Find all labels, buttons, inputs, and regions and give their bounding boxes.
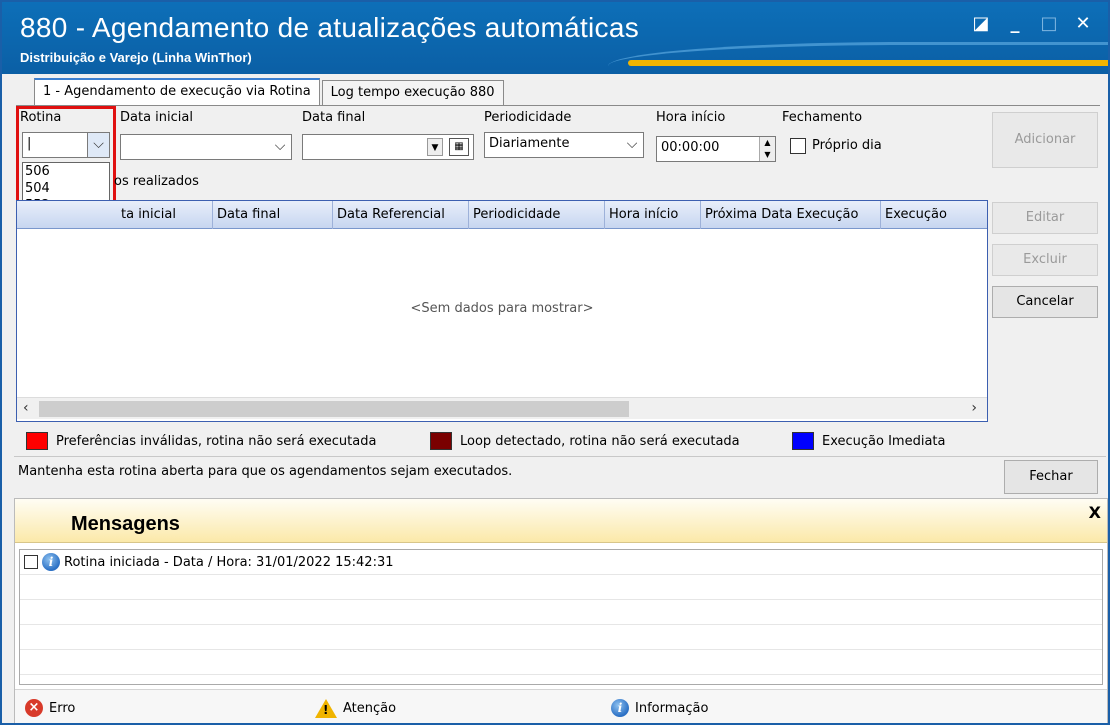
message-row-empty	[20, 600, 1102, 625]
column-hora-inicio[interactable]: Hora início	[605, 201, 701, 229]
restore-icon[interactable]: ◪	[964, 10, 998, 38]
message-row-empty	[20, 625, 1102, 650]
filter-atencao[interactable]: Atenção	[315, 699, 396, 718]
filter-informacao-label: Informação	[635, 700, 709, 716]
messages-header: Mensagens X	[15, 499, 1107, 543]
grid-empty-text: <Sem dados para mostrar>	[410, 301, 594, 316]
tab-log-tempo[interactable]: Log tempo execução 880	[321, 80, 504, 106]
column-data-final[interactable]: Data final	[213, 201, 333, 229]
legend-loop-detected: Loop detectado, rotina não será executad…	[430, 430, 740, 452]
dropdown-arrow-icon[interactable]: ▼	[427, 138, 443, 156]
filter-erro-label: Erro	[49, 700, 76, 716]
maximize-button[interactable]: □	[1032, 10, 1066, 38]
minimize-button[interactable]: _	[998, 10, 1032, 38]
tab-divider	[16, 105, 1100, 106]
legend-swatch-darkred	[430, 432, 452, 450]
hora-inicio-value: 00:00:00	[661, 140, 720, 155]
hora-inicio-input[interactable]: 00:00:00 ▲ ▼	[656, 136, 776, 162]
scroll-left-icon[interactable]: ‹	[23, 400, 29, 416]
legend-swatch-blue	[792, 432, 814, 450]
periodicidade-value: Diariamente	[489, 136, 570, 151]
legend-label: Loop detectado, rotina não será executad…	[460, 433, 740, 449]
column-execucao[interactable]: Execução	[881, 201, 987, 229]
column-proxima-data[interactable]: Próxima Data Execução	[701, 201, 881, 229]
tab-strip: 1 - Agendamento de execução via Rotina L…	[34, 78, 506, 106]
editar-button[interactable]: Editar	[992, 202, 1098, 234]
agendamentos-grid[interactable]: ta inicial Data final Data Referencial P…	[16, 200, 988, 422]
column-data-referencial[interactable]: Data Referencial	[333, 201, 469, 229]
legend-invalid-prefs: Preferências inválidas, rotina não será …	[26, 430, 376, 452]
messages-list[interactable]: i Rotina iniciada - Data / Hora: 31/01/2…	[19, 549, 1103, 685]
proprio-dia-label: Próprio dia	[812, 138, 882, 153]
legend-swatch-red	[26, 432, 48, 450]
message-row[interactable]: i Rotina iniciada - Data / Hora: 31/01/2…	[20, 550, 1102, 575]
filter-atencao-label: Atenção	[343, 701, 397, 716]
title-accent-bar	[628, 60, 1108, 66]
error-icon: ×	[25, 699, 43, 717]
chevron-down-icon[interactable]: ⌵	[621, 133, 643, 157]
messages-close-button[interactable]: X	[1089, 503, 1101, 522]
data-final-label: Data final	[302, 110, 366, 125]
calendar-icon[interactable]: ▦	[449, 138, 469, 156]
messages-footer: × Erro Atenção i Informação	[15, 689, 1107, 723]
close-button[interactable]: ✕	[1066, 10, 1100, 38]
data-final-combo[interactable]: ▼ ▦	[302, 134, 474, 160]
legend-immediate: Execução Imediata	[792, 430, 945, 452]
status-message: Mantenha esta rotina aberta para que os …	[18, 464, 513, 479]
proprio-dia-checkbox[interactable]	[790, 138, 806, 154]
scroll-thumb[interactable]	[39, 401, 629, 417]
fechamento-label: Fechamento	[782, 110, 863, 125]
messages-title: Mensagens	[71, 513, 180, 535]
message-text: Rotina iniciada - Data / Hora: 31/01/202…	[64, 555, 394, 570]
title-bar[interactable]: 880 - Agendamento de atualizações automá…	[2, 2, 1108, 74]
horizontal-scrollbar[interactable]: ‹ ›	[17, 397, 987, 419]
app-window: 880 - Agendamento de atualizações automá…	[0, 0, 1110, 725]
periodicidade-combo[interactable]: Diariamente ⌵	[484, 132, 644, 158]
info-icon: i	[42, 553, 60, 571]
message-row-empty	[20, 650, 1102, 675]
adicionar-button[interactable]: Adicionar	[992, 112, 1098, 168]
data-inicial-combo[interactable]: ⌵	[120, 134, 292, 160]
spinner-icon[interactable]: ▲ ▼	[759, 137, 775, 161]
messages-panel: Mensagens X i Rotina iniciada - Data / H…	[14, 498, 1108, 723]
warning-icon	[315, 699, 337, 718]
divider	[14, 456, 1106, 457]
message-checkbox[interactable]	[24, 555, 38, 569]
excluir-button[interactable]: Excluir	[992, 244, 1098, 276]
legend-label: Execução Imediata	[822, 433, 946, 449]
column-data-inicial[interactable]: ta inicial	[117, 201, 213, 229]
cancelar-button[interactable]: Cancelar	[992, 286, 1098, 318]
chevron-down-icon[interactable]: ⌵	[269, 135, 291, 159]
window-controls: ◪ _ □ ✕	[964, 10, 1100, 38]
scroll-right-icon[interactable]: ›	[971, 400, 977, 416]
filter-informacao[interactable]: i Informação	[611, 699, 708, 717]
grid-group-label: os realizados	[114, 174, 199, 189]
window-subtitle: Distribuição e Varejo (Linha WinThor)	[20, 50, 252, 65]
info-icon: i	[611, 699, 629, 717]
column-periodicidade[interactable]: Periodicidade	[469, 201, 605, 229]
data-inicial-label: Data inicial	[120, 110, 193, 125]
filter-erro[interactable]: × Erro	[25, 699, 75, 717]
tab-agendamento[interactable]: 1 - Agendamento de execução via Rotina	[34, 78, 320, 106]
hora-inicio-label: Hora início	[656, 110, 726, 125]
legend-label: Preferências inválidas, rotina não será …	[56, 433, 377, 449]
fechar-button[interactable]: Fechar	[1004, 460, 1098, 494]
title-decoration	[608, 42, 1108, 74]
message-row-empty	[20, 575, 1102, 600]
window-title: 880 - Agendamento de atualizações automá…	[20, 12, 640, 43]
grid-header: ta inicial Data final Data Referencial P…	[17, 201, 987, 229]
periodicidade-label: Periodicidade	[484, 110, 572, 125]
